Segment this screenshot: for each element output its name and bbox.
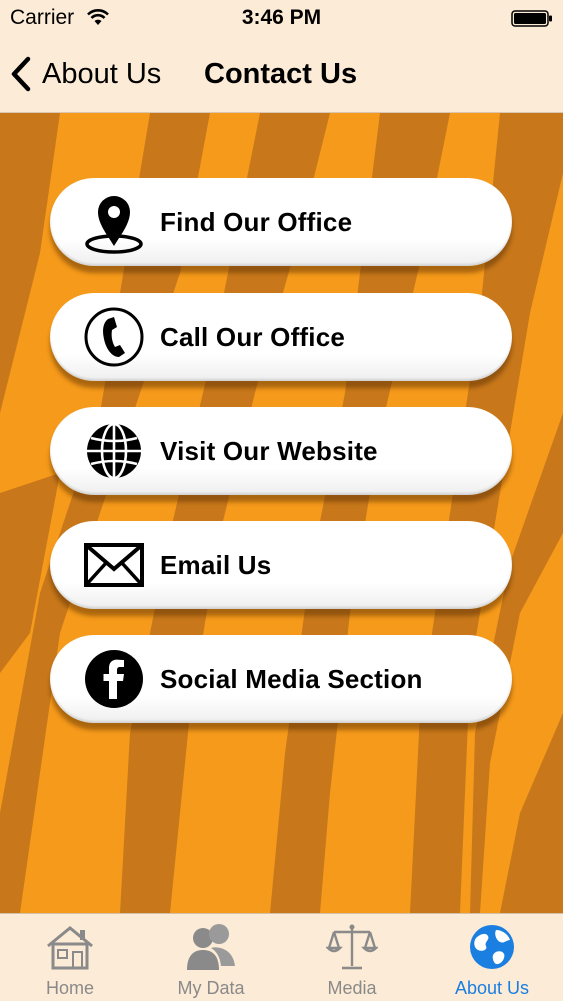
- tab-home[interactable]: Home: [0, 914, 140, 1001]
- contact-content: Find Our Office Call Our Office Visit Ou…: [0, 113, 563, 913]
- tab-home-label: Home: [45, 978, 94, 998]
- back-button-label: About Us: [42, 57, 162, 90]
- navigation-bar: About Us Contact Us: [0, 38, 563, 113]
- chevron-left-icon: [11, 56, 31, 92]
- page-title: Contact Us: [204, 58, 358, 90]
- tab-bar: Home My Data Media About Us: [0, 913, 563, 1001]
- map-pin-icon: [85, 196, 143, 254]
- visit-website-button[interactable]: Visit Our Website: [50, 407, 512, 495]
- globe-icon: [470, 925, 514, 969]
- phone-icon: [84, 307, 144, 367]
- tab-about-us-label: About Us: [454, 978, 530, 998]
- people-icon: [187, 924, 235, 970]
- tab-media-label: Media: [327, 978, 377, 998]
- call-office-label: Call Our Office: [160, 321, 346, 352]
- email-label: Email Us: [160, 549, 272, 580]
- globe-icon: [87, 422, 141, 480]
- tab-media[interactable]: Media: [282, 914, 422, 1001]
- email-button[interactable]: Email Us: [50, 521, 512, 609]
- tab-my-data-label: My Data: [177, 978, 245, 998]
- find-office-label: Find Our Office: [160, 206, 353, 237]
- social-media-label: Social Media Section: [160, 663, 423, 694]
- status-bar: Carrier 3:46 PM: [0, 0, 563, 38]
- house-icon: [47, 926, 93, 970]
- find-office-button[interactable]: Find Our Office: [50, 178, 512, 266]
- visit-website-label: Visit Our Website: [160, 435, 378, 466]
- tab-about-us[interactable]: About Us: [422, 914, 562, 1001]
- call-office-button[interactable]: Call Our Office: [50, 293, 512, 381]
- tab-my-data[interactable]: My Data: [141, 914, 281, 1001]
- facebook-icon: [85, 650, 143, 708]
- social-media-button[interactable]: Social Media Section: [50, 635, 512, 723]
- back-button[interactable]: About Us: [10, 52, 161, 96]
- battery-icon: [511, 10, 552, 27]
- contact-actions-list: Find Our Office Call Our Office Visit Ou…: [0, 113, 563, 913]
- status-time: 3:46 PM: [241, 6, 322, 29]
- envelope-icon: [84, 543, 144, 587]
- scales-icon: [326, 924, 378, 970]
